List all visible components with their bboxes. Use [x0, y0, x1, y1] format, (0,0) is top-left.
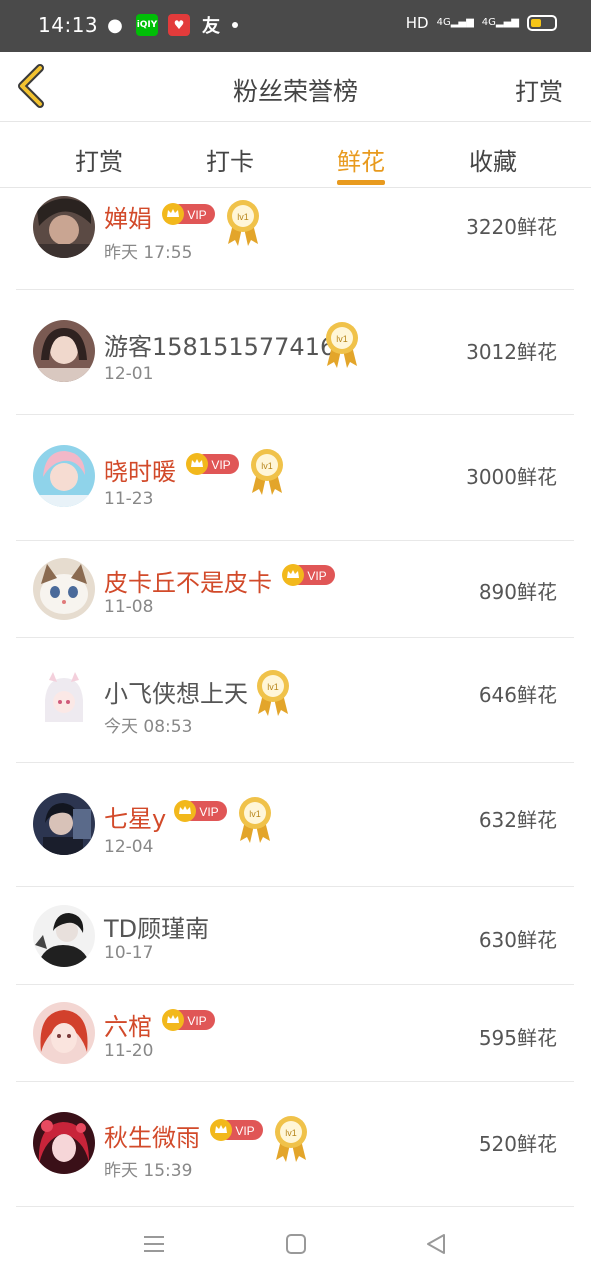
level-medal-icon: lv1: [257, 670, 289, 716]
friend-app-icon: 友: [202, 16, 220, 37]
notification-icons: ● iQIY ♥ 友: [104, 14, 238, 37]
system-indicators: HD 4G▂▄▆ 4G▂▄▆: [406, 14, 557, 32]
flower-amount: 890鲜花: [478, 580, 557, 604]
user-date: 10-17: [104, 943, 154, 963]
tab-reward[interactable]: 打赏: [54, 142, 144, 177]
flower-amount: 646鲜花: [478, 683, 557, 707]
user-name[interactable]: TD顾瑾南: [104, 909, 209, 944]
user-name[interactable]: 小飞侠想上天: [104, 674, 248, 709]
user-name[interactable]: 婵娟: [104, 199, 152, 234]
list-item[interactable]: 六棺 VIP 11-20 595鲜花: [16, 985, 574, 1082]
flower-amount: 3012鲜花: [466, 340, 557, 364]
more-notifications-dot-icon: [232, 22, 238, 28]
fan-ranking-list: 婵娟 VIP lv1 昨天 17:55 3220鲜花 游客15815157741…: [0, 188, 591, 1208]
avatar: [33, 905, 95, 967]
user-date: 11-08: [104, 597, 154, 617]
status-bar: 14:13 ● iQIY ♥ 友 HD 4G▂▄▆ 4G▂▄▆: [0, 0, 591, 52]
tab-checkin[interactable]: 打卡: [185, 142, 275, 177]
triangle-back-icon[interactable]: [424, 1232, 448, 1256]
app-heart-icon: ♥: [168, 14, 190, 36]
avatar: [33, 670, 95, 732]
level-medal-icon: lv1: [275, 1116, 307, 1162]
user-name[interactable]: 七星y: [104, 799, 166, 834]
flower-amount: 632鲜花: [478, 808, 557, 832]
avatar: [33, 196, 95, 258]
flower-amount: 595鲜花: [478, 1026, 557, 1050]
list-item[interactable]: 婵娟 VIP lv1 昨天 17:55 3220鲜花: [16, 188, 574, 290]
user-name[interactable]: 六棺: [104, 1007, 152, 1042]
level-medal-icon: lv1: [239, 797, 271, 843]
list-item[interactable]: 秋生微雨 VIP lv1 昨天 15:39 520鲜花: [16, 1082, 574, 1207]
user-name[interactable]: 晓时暖: [104, 452, 176, 487]
signal-4g-icon-2: 4G▂▄▆: [481, 17, 519, 28]
vip-badge-icon: VIP: [162, 1009, 215, 1031]
svg-text:VIP: VIP: [235, 1124, 254, 1138]
user-date: 今天 08:53: [104, 717, 193, 737]
svg-text:VIP: VIP: [187, 1014, 206, 1028]
svg-text:lv1: lv1: [285, 1128, 297, 1138]
user-date: 11-20: [104, 1041, 154, 1061]
list-item[interactable]: TD顾瑾南 10-17 630鲜花: [16, 887, 574, 985]
user-date: 11-23: [104, 489, 154, 509]
list-item[interactable]: 晓时暖 VIP lv1 11-23 3000鲜花: [16, 415, 574, 541]
avatar: [33, 445, 95, 507]
svg-text:VIP: VIP: [187, 208, 206, 222]
user-name[interactable]: 游客158151577416: [104, 327, 335, 362]
svg-text:VIP: VIP: [211, 458, 230, 472]
user-name[interactable]: 秋生微雨: [104, 1118, 200, 1153]
level-medal-icon: lv1: [227, 200, 259, 246]
vip-badge-icon: VIP: [210, 1119, 263, 1141]
active-tab-indicator: [337, 180, 385, 185]
user-date: 12-01: [104, 364, 154, 384]
reward-action-button[interactable]: 打赏: [515, 72, 563, 107]
page-title: 粉丝荣誉榜: [232, 77, 358, 106]
signal-4g-icon-1: 4G▂▄▆: [436, 17, 474, 28]
avatar: [33, 793, 95, 855]
vip-badge-icon: VIP: [162, 203, 215, 225]
flower-amount: 630鲜花: [478, 928, 557, 952]
list-item[interactable]: 小飞侠想上天 lv1 今天 08:53 646鲜花: [16, 638, 574, 763]
list-item[interactable]: 游客158151577416 lv1 12-01 3012鲜花: [16, 290, 574, 415]
svg-text:lv1: lv1: [249, 809, 261, 819]
square-home-icon[interactable]: [284, 1232, 308, 1256]
svg-text:lv1: lv1: [336, 334, 348, 344]
user-date: 昨天 17:55: [104, 243, 193, 263]
flower-amount: 3000鲜花: [466, 465, 557, 489]
iqiyi-icon: iQIY: [136, 14, 158, 36]
user-date: 12-04: [104, 837, 154, 857]
vip-badge-icon: VIP: [174, 800, 227, 822]
svg-text:lv1: lv1: [267, 682, 279, 692]
battery-icon: [527, 15, 557, 31]
ranking-tabs: 打赏 打卡 鲜花 收藏: [0, 122, 591, 188]
app-header: 粉丝荣誉榜 打赏: [0, 52, 591, 122]
avatar: [33, 1112, 95, 1174]
svg-text:lv1: lv1: [237, 212, 249, 222]
avatar: [33, 320, 95, 382]
user-name[interactable]: 皮卡丘不是皮卡: [104, 563, 272, 598]
vip-badge-icon: VIP: [282, 564, 335, 586]
svg-text:VIP: VIP: [307, 569, 326, 583]
hd-indicator: HD: [405, 14, 429, 32]
level-medal-icon: lv1: [326, 322, 358, 368]
tab-favorites[interactable]: 收藏: [448, 142, 538, 177]
avatar: [33, 1002, 95, 1064]
wechat-icon: ●: [107, 14, 123, 36]
avatar: [33, 558, 95, 620]
list-item[interactable]: 七星y VIP lv1 12-04 632鲜花: [16, 763, 574, 887]
user-date: 昨天 15:39: [104, 1161, 193, 1181]
flower-amount: 520鲜花: [478, 1132, 557, 1156]
tab-flowers[interactable]: 鲜花: [316, 142, 406, 177]
svg-text:lv1: lv1: [261, 461, 273, 471]
flower-amount: 3220鲜花: [466, 215, 557, 239]
status-time: 14:13: [38, 13, 99, 37]
svg-text:VIP: VIP: [199, 805, 218, 819]
system-nav-bar: [0, 1208, 591, 1280]
level-medal-icon: lv1: [251, 449, 283, 495]
menu-icon[interactable]: [142, 1232, 166, 1256]
vip-badge-icon: VIP: [186, 453, 239, 475]
list-item[interactable]: 皮卡丘不是皮卡 VIP 11-08 890鲜花: [16, 541, 574, 638]
